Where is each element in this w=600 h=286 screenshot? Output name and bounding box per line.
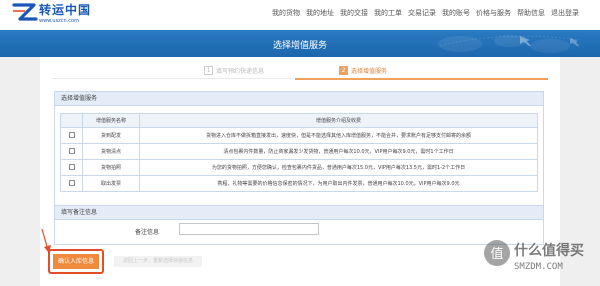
row-checkbox-cell xyxy=(60,127,83,144)
table-row: 货物拍照 为您的货物拍照，方便您确认，检查包裹内件货品，普通用户每次15.0元，… xyxy=(60,159,538,176)
nav-my-tickets[interactable]: 我的工单 xyxy=(371,8,405,18)
service-desc: 清点包裹内件数量，防止商家漏发少发货物，普通用户每次10.0元，VIP用户每次9… xyxy=(139,143,538,160)
service-name: 取出发票 xyxy=(82,175,140,192)
watermark-domain: SMZDM.COM xyxy=(514,262,563,272)
service-checkbox-count[interactable] xyxy=(68,148,75,155)
step-1-number: 1 xyxy=(204,66,213,75)
nav-help[interactable]: 帮助信息 xyxy=(514,8,548,18)
step-2-label: 选择增值服务 xyxy=(351,68,388,75)
step-1: 1 填写预约快递信息 xyxy=(204,66,264,75)
step-1-label: 填写预约快递信息 xyxy=(216,68,265,75)
svg-text:值: 值 xyxy=(490,246,503,262)
services-panel: 选择增值服务 增值服务名称 增值服务介绍及收费 货到配发 货物进入仓库不做拆箱直… xyxy=(54,91,544,222)
step-2: 2 选择增值服务 xyxy=(339,66,387,75)
nav-logout[interactable]: 退出登录 xyxy=(548,8,582,18)
remark-input[interactable] xyxy=(179,223,319,235)
service-checkbox-invoice[interactable] xyxy=(68,180,75,187)
step-indicator: 1 填写预约快递信息 2 选择增值服务 xyxy=(40,63,560,83)
header-service-name: 增值服务名称 xyxy=(82,113,140,128)
logo-text: 转运中国 xyxy=(39,3,92,17)
table-row: 取出发票 携程、礼物等需要的价格信息保密的情况下，为用户取出内件发票，普通用户每… xyxy=(60,175,538,192)
logo-z-icon xyxy=(12,3,38,21)
watermark-text: 什么值得买 xyxy=(514,243,584,259)
header-service-desc: 增值服务介绍及收费 xyxy=(139,113,538,128)
row-checkbox-cell xyxy=(60,175,83,192)
main-card: 1 填写预约快递信息 2 选择增值服务 选择增值服务 增值服务名称 增值服务介绍… xyxy=(40,57,560,286)
row-checkbox-cell xyxy=(60,159,83,176)
logo-url: www.uszcn.com xyxy=(39,18,79,24)
step-line-inactive xyxy=(52,78,292,79)
page-title: 选择增值服务 xyxy=(272,41,327,51)
service-checkbox-photo[interactable] xyxy=(68,164,75,171)
remark-label: 备注信息 xyxy=(135,229,160,236)
remark-panel-title: 填写备注信息 xyxy=(55,206,543,220)
service-desc: 为您的货物拍照，方便您确认，检查包裹内件货品，普通用户每次15.0元，VIP用户… xyxy=(139,159,538,176)
main-nav: 我的货物 我的地址 我的交接 我的工单 交易记录 我的账号 价格与服务 帮助信息… xyxy=(269,8,582,18)
header-checkbox-cell xyxy=(60,113,83,128)
remark-panel: 填写备注信息 备注信息 xyxy=(54,205,544,245)
back-previous-button[interactable]: 返回上一步，重新选择快递信息 xyxy=(114,256,202,267)
nav-my-address[interactable]: 我的地址 xyxy=(303,8,337,18)
services-panel-title: 选择增值服务 xyxy=(55,92,543,106)
service-name: 货物拍照 xyxy=(82,159,140,176)
service-checkbox-delivery[interactable] xyxy=(68,132,75,139)
services-table: 增值服务名称 增值服务介绍及收费 货到配发 货物进入仓库不做拆箱直接发出，速度快… xyxy=(60,113,538,192)
top-header: 转运中国 www.uszcn.com 我的货物 我的地址 我的交接 我的工单 交… xyxy=(0,0,600,30)
table-row: 货到配发 货物进入仓库不做拆箱直接发出，速度快，但是不能选择其他入库增值服务，不… xyxy=(60,127,538,144)
service-desc: 携程、礼物等需要的价格信息保密的情况下，为用户取出内件发票，普通用户每次10.0… xyxy=(139,175,538,192)
service-desc: 货物进入仓库不做拆箱直接发出，速度快，但是不能选择其他入库增值服务，不能合并，要… xyxy=(139,127,538,144)
nav-transactions[interactable]: 交易记录 xyxy=(405,8,439,18)
nav-my-account[interactable]: 我的账号 xyxy=(439,8,473,18)
nav-my-handover[interactable]: 我的交接 xyxy=(337,8,371,18)
row-checkbox-cell xyxy=(60,143,83,160)
service-name: 货到配发 xyxy=(82,127,140,144)
nav-my-goods[interactable]: 我的货物 xyxy=(269,8,303,18)
service-name: 货物清点 xyxy=(82,143,140,160)
page-banner: 选择增值服务 xyxy=(0,30,600,57)
confirm-storage-button[interactable]: 确认入库信息 xyxy=(53,254,99,269)
nav-pricing[interactable]: 价格与服务 xyxy=(473,8,514,18)
step-line-active xyxy=(295,78,548,80)
site-logo[interactable]: 转运中国 www.uszcn.com xyxy=(12,1,92,29)
smzdm-watermark: 值 什么值得买 SMZDM.COM xyxy=(484,234,594,280)
step-2-number: 2 xyxy=(339,66,348,75)
table-header-row: 增值服务名称 增值服务介绍及收费 xyxy=(60,113,538,128)
watermark-logo-icon: 值 xyxy=(484,240,510,266)
table-row: 货物清点 清点包裹内件数量，防止商家漏发少发货物，普通用户每次10.0元，VIP… xyxy=(60,143,538,160)
